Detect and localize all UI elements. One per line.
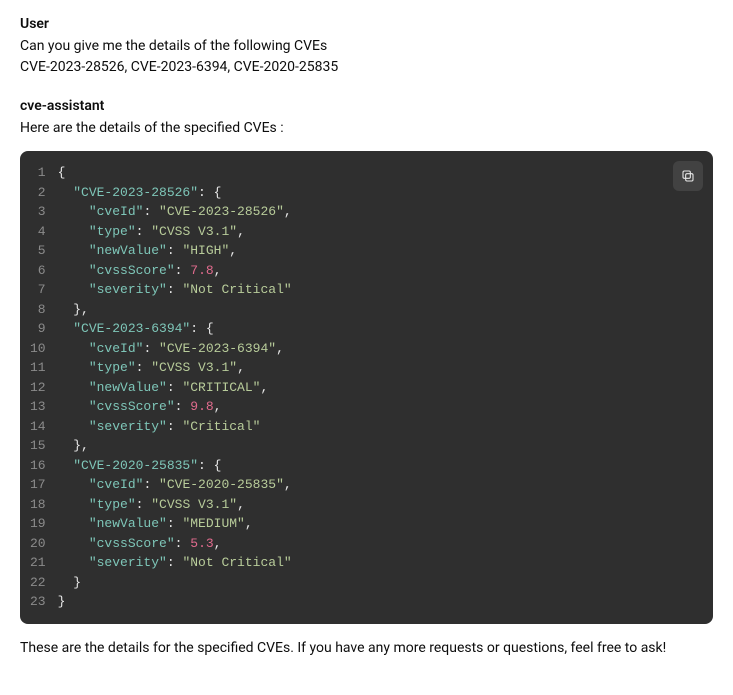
code-line: "newValue": "CRITICAL", <box>58 378 697 398</box>
line-number: 14 <box>30 417 46 437</box>
line-number: 18 <box>30 495 46 515</box>
code-line: { <box>58 163 697 183</box>
line-number: 22 <box>30 573 46 593</box>
line-number: 8 <box>30 300 46 320</box>
line-number: 5 <box>30 241 46 261</box>
code-line: }, <box>58 436 697 456</box>
assistant-message: cve-assistant Here are the details of th… <box>20 98 713 659</box>
line-number: 13 <box>30 397 46 417</box>
code-line: "severity": "Critical" <box>58 417 697 437</box>
code-line: "cvssScore": 5.3, <box>58 534 697 554</box>
code-line: "CVE-2020-25835": { <box>58 456 697 476</box>
code-line: } <box>58 573 697 593</box>
line-number: 1 <box>30 163 46 183</box>
code-content: { "CVE-2023-28526": { "cveId": "CVE-2023… <box>58 163 713 612</box>
line-number: 12 <box>30 378 46 398</box>
code-line: "CVE-2023-28526": { <box>58 183 697 203</box>
line-number: 15 <box>30 436 46 456</box>
code-block: 1234567891011121314151617181920212223 { … <box>20 151 713 624</box>
assistant-role-label: cve-assistant <box>20 98 713 114</box>
user-text-line-2: CVE-2023-28526, CVE-2023-6394, CVE-2020-… <box>20 57 713 78</box>
code-line: "severity": "Not Critical" <box>58 553 697 573</box>
line-number: 10 <box>30 339 46 359</box>
line-number: 21 <box>30 553 46 573</box>
line-number: 7 <box>30 280 46 300</box>
copy-button[interactable] <box>673 161 703 191</box>
code-line: "cveId": "CVE-2020-25835", <box>58 475 697 495</box>
code-line: "cveId": "CVE-2023-6394", <box>58 339 697 359</box>
code-line: "CVE-2023-6394": { <box>58 319 697 339</box>
code-line: "type": "CVSS V3.1", <box>58 495 697 515</box>
code-line: "cvssScore": 9.8, <box>58 397 697 417</box>
code-line: }, <box>58 300 697 320</box>
line-number: 23 <box>30 592 46 612</box>
line-number-gutter: 1234567891011121314151617181920212223 <box>20 163 58 612</box>
code-line: "type": "CVSS V3.1", <box>58 222 697 242</box>
user-role-label: User <box>20 16 713 32</box>
code-line: "type": "CVSS V3.1", <box>58 358 697 378</box>
assistant-intro: Here are the details of the specified CV… <box>20 118 713 139</box>
line-number: 9 <box>30 319 46 339</box>
line-number: 4 <box>30 222 46 242</box>
line-number: 2 <box>30 183 46 203</box>
assistant-outro: These are the details for the specified … <box>20 638 713 659</box>
code-line: "newValue": "MEDIUM", <box>58 514 697 534</box>
line-number: 3 <box>30 202 46 222</box>
code-line: "newValue": "HIGH", <box>58 241 697 261</box>
line-number: 6 <box>30 261 46 281</box>
line-number: 11 <box>30 358 46 378</box>
line-number: 17 <box>30 475 46 495</box>
user-text-line-1: Can you give me the details of the follo… <box>20 36 713 57</box>
copy-icon <box>680 168 696 184</box>
line-number: 19 <box>30 514 46 534</box>
code-line: "cvssScore": 7.8, <box>58 261 697 281</box>
user-message: User Can you give me the details of the … <box>20 16 713 78</box>
line-number: 16 <box>30 456 46 476</box>
code-line: } <box>58 592 697 612</box>
line-number: 20 <box>30 534 46 554</box>
code-line: "severity": "Not Critical" <box>58 280 697 300</box>
user-text: Can you give me the details of the follo… <box>20 36 713 78</box>
code-line: "cveId": "CVE-2023-28526", <box>58 202 697 222</box>
